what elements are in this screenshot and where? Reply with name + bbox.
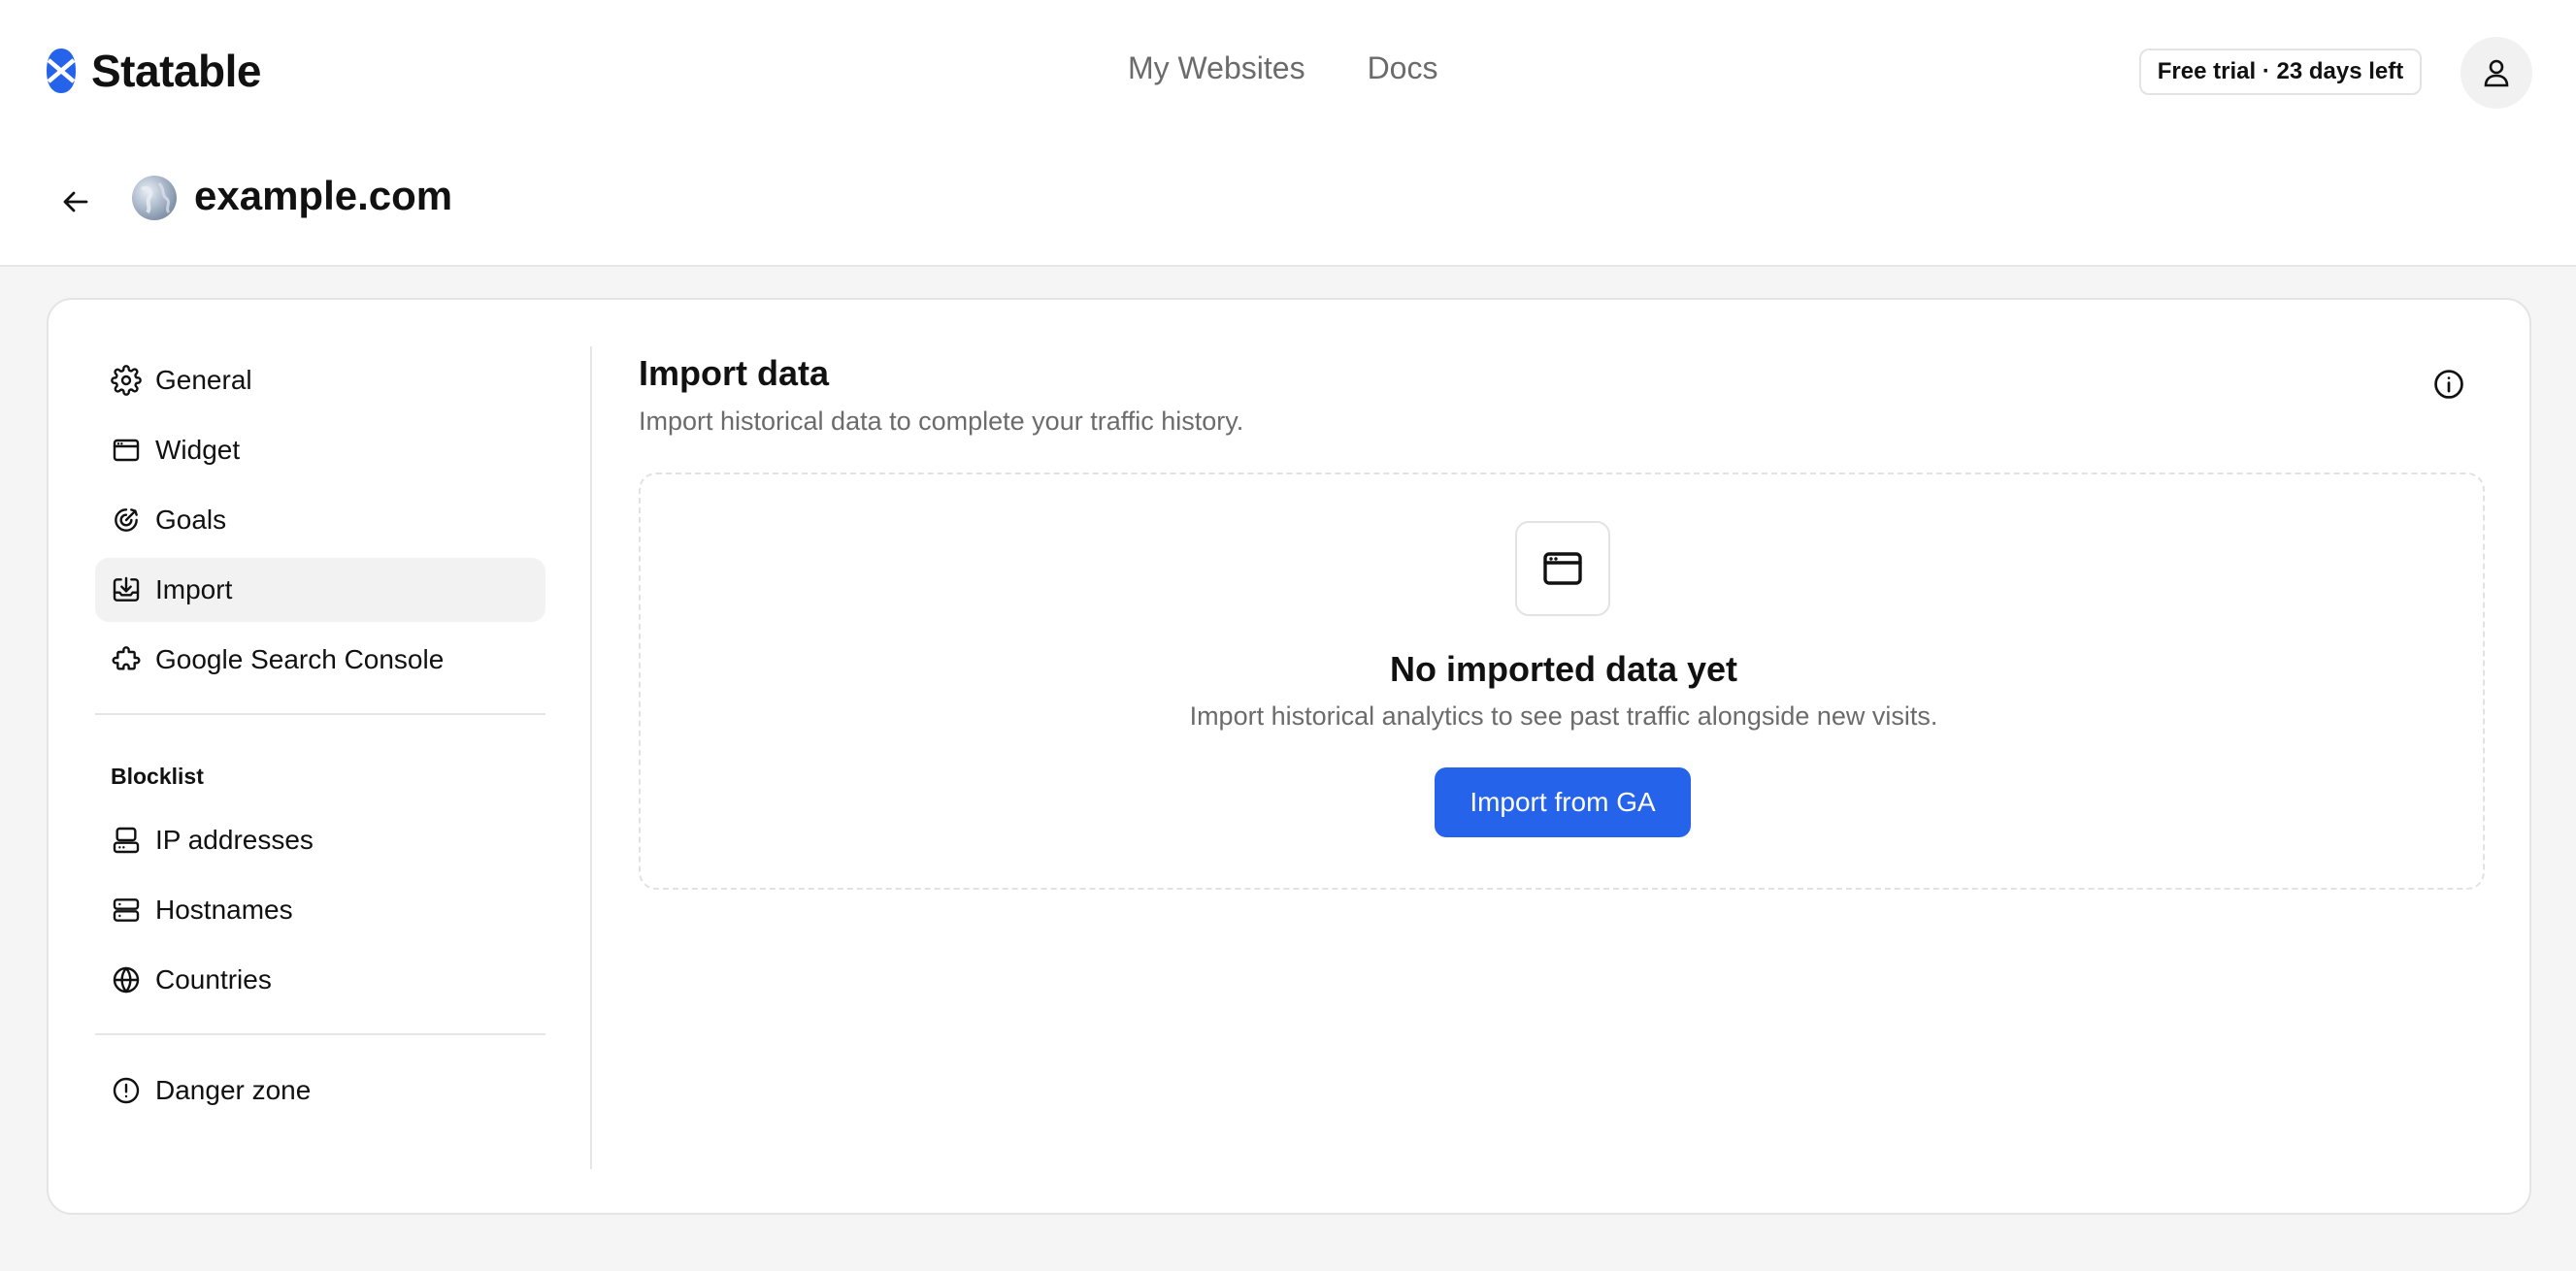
sidebar-item-label: General bbox=[155, 365, 252, 395]
puzzle-icon bbox=[112, 646, 141, 670]
sidebar-item-label: IP addresses bbox=[155, 825, 314, 855]
globe-icon bbox=[113, 966, 140, 994]
browser-window-icon bbox=[113, 439, 140, 462]
user-menu-button[interactable] bbox=[2460, 37, 2532, 109]
info-icon bbox=[2434, 370, 2463, 399]
sidebar-content-divider bbox=[590, 346, 592, 1169]
brand-name: Statable bbox=[91, 46, 261, 96]
back-button[interactable] bbox=[62, 182, 89, 221]
brand-logo[interactable]: Statable bbox=[45, 45, 261, 97]
sidebar-item-ip-addresses[interactable]: IP addresses bbox=[95, 808, 545, 872]
sidebar-item-label: Widget bbox=[155, 435, 241, 465]
info-button[interactable] bbox=[2430, 366, 2467, 403]
empty-state-icon-frame bbox=[1515, 521, 1610, 616]
sidebar-item-label: Import bbox=[155, 574, 233, 604]
import-from-ga-button[interactable]: Import from GA bbox=[1435, 767, 1691, 837]
empty-state-subtitle: Import historical analytics to see past … bbox=[1189, 701, 1938, 731]
site-domain-title: example.com bbox=[194, 173, 453, 218]
user-icon bbox=[2484, 59, 2509, 87]
sidebar-item-label: Google Search Console bbox=[155, 644, 445, 674]
sidebar-item-hostnames[interactable]: Hostnames bbox=[95, 878, 545, 942]
page-subtitle: Import historical data to complete your … bbox=[639, 407, 1244, 436]
sidebar-item-countries[interactable]: Countries bbox=[95, 948, 545, 1012]
sidebar-item-label: Countries bbox=[155, 964, 272, 994]
sidebar-item-widget[interactable]: Widget bbox=[95, 418, 545, 482]
sidebar-item-goals[interactable]: Goals bbox=[95, 488, 545, 552]
page-title: Import data bbox=[639, 353, 830, 393]
sidebar-item-google-search-console[interactable]: Google Search Console bbox=[95, 628, 545, 692]
empty-state: No imported data yet Import historical a… bbox=[639, 473, 2485, 890]
sidebar-divider bbox=[95, 1033, 545, 1035]
browser-window-icon bbox=[1543, 552, 1582, 585]
sidebar-item-import[interactable]: Import bbox=[95, 558, 545, 622]
target-icon bbox=[115, 508, 138, 532]
statable-logo-icon bbox=[47, 49, 76, 93]
import-tray-icon bbox=[113, 576, 140, 602]
server-icon bbox=[113, 827, 140, 854]
sidebar-item-label: Hostnames bbox=[155, 895, 293, 925]
nav-my-websites[interactable]: My Websites bbox=[1128, 50, 1305, 86]
blocklist-heading: Blocklist bbox=[111, 764, 204, 789]
nav-docs[interactable]: Docs bbox=[1368, 50, 1438, 86]
sidebar-item-label: Danger zone bbox=[155, 1075, 312, 1105]
trial-badge[interactable]: Free trial · 23 days left bbox=[2139, 49, 2422, 95]
sidebar-divider bbox=[95, 713, 545, 715]
server-stack-icon bbox=[113, 898, 140, 922]
empty-state-title: No imported data yet bbox=[1389, 649, 1738, 689]
sidebar-item-danger-zone[interactable]: Danger zone bbox=[95, 1059, 545, 1123]
settings-card: General Widget Goals Import Google Searc… bbox=[47, 298, 2531, 1215]
top-bar: Statable My Websites Docs Free trial · 2… bbox=[0, 0, 2576, 267]
alert-circle-icon bbox=[113, 1077, 140, 1104]
gear-icon bbox=[111, 365, 142, 396]
arrow-left-icon bbox=[63, 191, 88, 212]
site-favicon-globe-icon bbox=[132, 176, 177, 220]
sidebar-item-general[interactable]: General bbox=[95, 348, 545, 412]
sidebar-item-label: Goals bbox=[155, 505, 227, 535]
main-nav: My Websites Docs bbox=[1128, 50, 1437, 86]
